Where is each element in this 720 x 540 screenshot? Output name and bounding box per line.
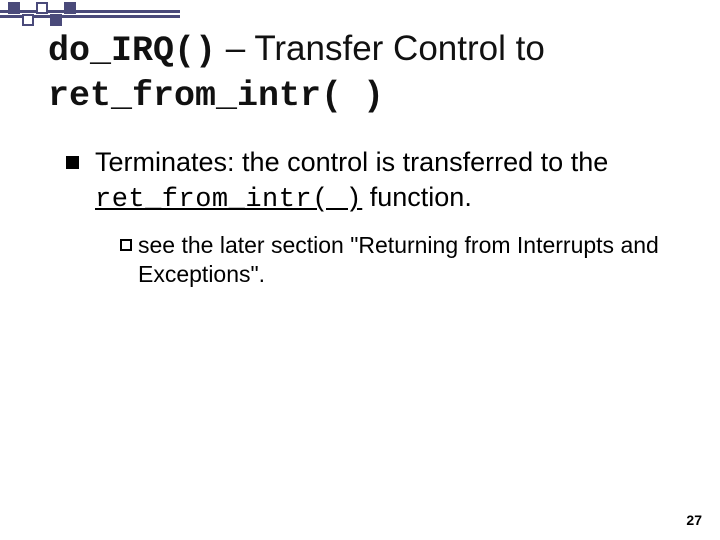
square-bullet-icon: [66, 156, 79, 169]
bullet-2-text: see the later section "Returning from In…: [138, 231, 672, 291]
bullet-level-1: Terminates: the control is transferred t…: [66, 145, 672, 218]
bullet-1-code: ret_from_intr( ): [95, 185, 362, 215]
page-number: 27: [686, 512, 702, 528]
bullet-1-text: Terminates: the control is transferred t…: [95, 145, 672, 218]
slide-content: do_IRQ() – Transfer Control to ret_from_…: [0, 0, 720, 290]
title-mid: – Transfer Control to: [216, 29, 545, 68]
title-code-2: ret_from_intr( ): [48, 76, 384, 116]
hollow-square-bullet-icon: [120, 239, 132, 251]
bullet-level-2: see the later section "Returning from In…: [120, 231, 672, 291]
bullet-1-pre: Terminates: the control is transferred t…: [95, 147, 608, 177]
bullet-1-post: function.: [362, 182, 472, 212]
corner-decoration: [0, 0, 180, 32]
slide-title: do_IRQ() – Transfer Control to ret_from_…: [48, 28, 672, 117]
title-code-1: do_IRQ(): [48, 31, 216, 71]
